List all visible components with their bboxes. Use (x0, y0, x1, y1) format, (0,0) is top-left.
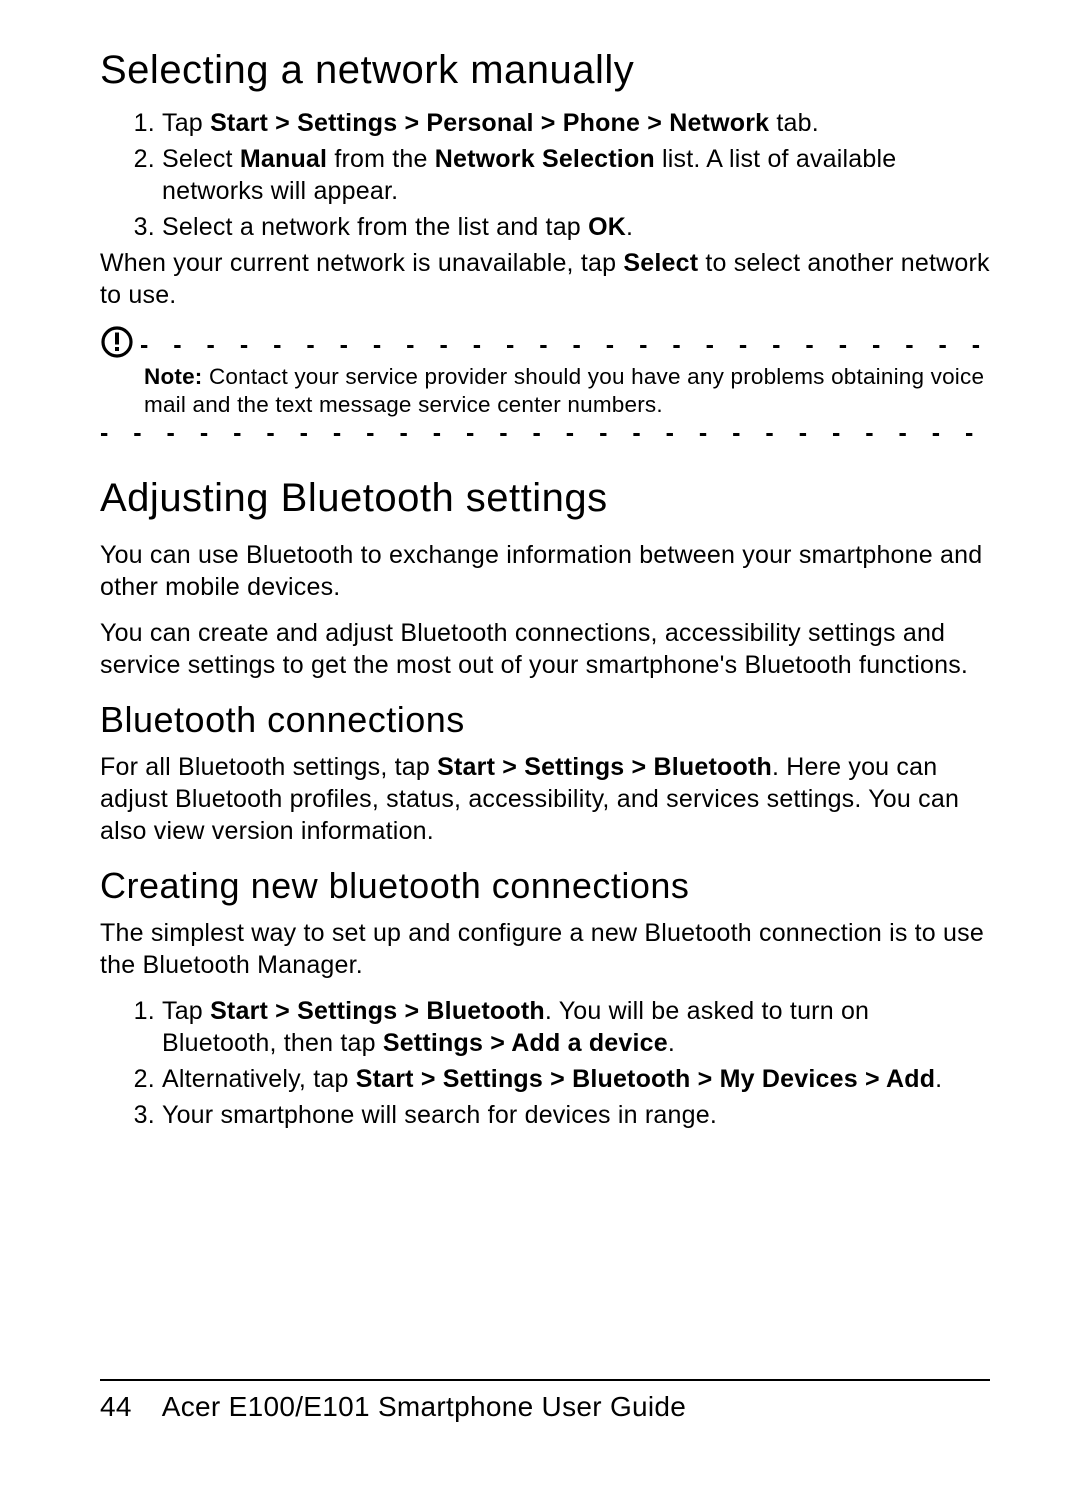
steps-create-bluetooth: Tap Start > Settings > Bluetooth. You wi… (100, 995, 990, 1131)
bold-text: Start > Settings > Bluetooth (210, 997, 545, 1025)
list-item: Select a network from the list and tap O… (162, 211, 990, 243)
list-item: Your smartphone will search for devices … (162, 1099, 990, 1131)
text: . (626, 213, 633, 241)
heading-select-network: Selecting a network manually (100, 48, 990, 93)
text: tab. (769, 109, 819, 137)
footer-line: 44 Acer E100/E101 Smartphone User Guide (100, 1391, 990, 1423)
note-box: - - - - - - - - - - - - - - - - - - - - … (100, 325, 990, 446)
page-number: 44 (100, 1391, 132, 1423)
paragraph-network-unavailable: When your current network is unavailable… (100, 247, 990, 311)
list-item: Tap Start > Settings > Personal > Phone … (162, 107, 990, 139)
bold-text: Manual (240, 145, 327, 173)
list-item: Tap Start > Settings > Bluetooth. You wi… (162, 995, 990, 1059)
bold-text: Start > Settings > Bluetooth (437, 753, 772, 781)
footer-rule (100, 1379, 990, 1381)
paragraph-bluetooth-connections: For all Bluetooth settings, tap Start > … (100, 751, 990, 847)
paragraph-create-bluetooth-intro: The simplest way to set up and configure… (100, 917, 990, 981)
heading-create-bluetooth: Creating new bluetooth connections (100, 865, 990, 907)
dashed-rule-bottom: - - - - - - - - - - - - - - - - - - - - … (100, 421, 990, 446)
heading-bluetooth-connections: Bluetooth connections (100, 699, 990, 741)
dashed-rule-top: - - - - - - - - - - - - - - - - - - - - … (140, 333, 990, 358)
text: When your current network is unavailable… (100, 249, 623, 277)
bold-text: Select (623, 249, 698, 277)
bold-text: Start > Settings > Personal > Phone > Ne… (210, 109, 769, 137)
list-item: Select Manual from the Network Selection… (162, 143, 990, 207)
text: Select a network from the list and tap (162, 213, 588, 241)
paragraph-bluetooth-intro-1: You can use Bluetooth to exchange inform… (100, 539, 990, 603)
text: Alternatively, tap (162, 1065, 356, 1093)
text: Tap (162, 997, 210, 1025)
text: Contact your service provider should you… (144, 364, 984, 417)
text: Tap (162, 109, 210, 137)
heading-adjust-bluetooth: Adjusting Bluetooth settings (100, 476, 990, 521)
text: from the (327, 145, 435, 173)
text: Select (162, 145, 240, 173)
text: . (935, 1065, 942, 1093)
steps-select-network: Tap Start > Settings > Personal > Phone … (100, 107, 990, 243)
note-label: Note: (144, 364, 203, 389)
paragraph-bluetooth-intro-2: You can create and adjust Bluetooth conn… (100, 617, 990, 681)
bold-text: OK (588, 213, 626, 241)
text: . (668, 1029, 675, 1057)
document-page: Selecting a network manually Tap Start >… (0, 0, 1080, 1489)
bold-text: Start > Settings > Bluetooth > My Device… (356, 1065, 935, 1093)
page-footer: 44 Acer E100/E101 Smartphone User Guide (100, 1379, 990, 1423)
note-text: Note: Contact your service provider shou… (144, 363, 990, 419)
text: For all Bluetooth settings, tap (100, 753, 437, 781)
footer-title: Acer E100/E101 Smartphone User Guide (162, 1391, 686, 1422)
alert-icon (100, 325, 134, 359)
list-item: Alternatively, tap Start > Settings > Bl… (162, 1063, 990, 1095)
bold-text: Network Selection (435, 145, 655, 173)
bold-text: Settings > Add a device (383, 1029, 668, 1057)
